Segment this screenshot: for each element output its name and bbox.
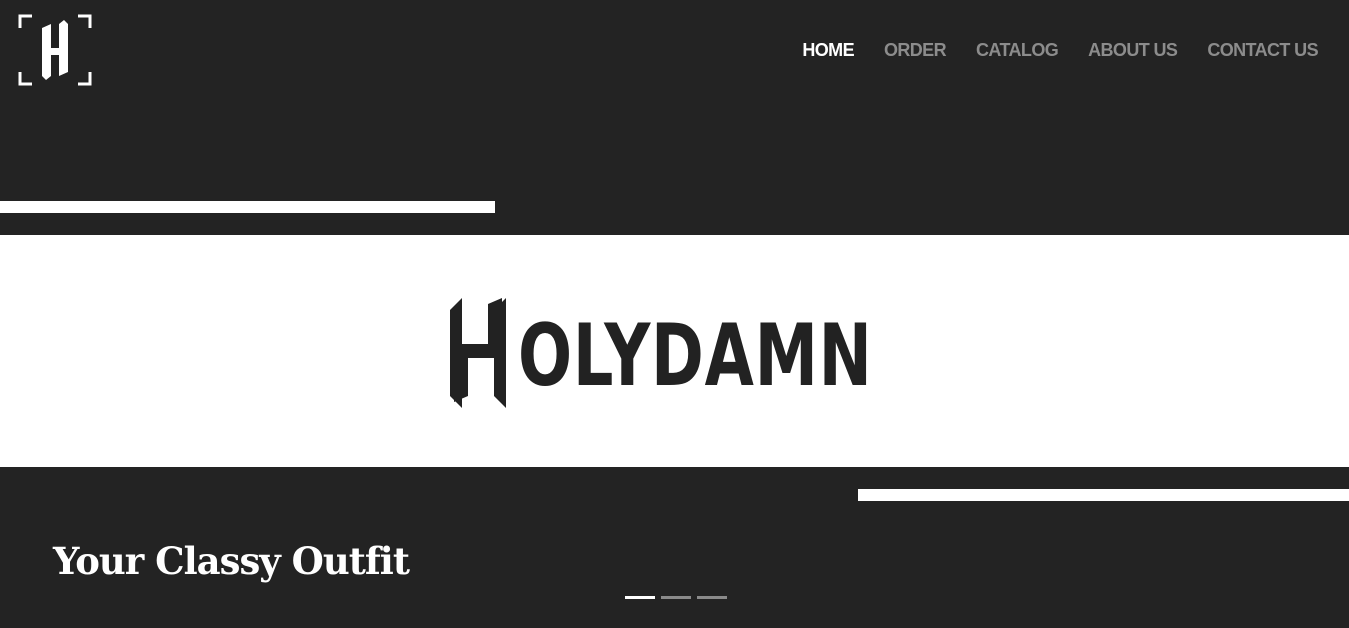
slider-dot[interactable] xyxy=(661,596,691,599)
nav-catalog[interactable]: CATALOG xyxy=(976,38,1059,62)
brand-wordmark: H OLYDAMN xyxy=(448,296,914,412)
wordmark-initial: H xyxy=(448,410,449,411)
nav-contact-us[interactable]: CONTACT US xyxy=(1207,38,1318,62)
decorative-bar-bottom xyxy=(858,489,1349,501)
slider-dot[interactable] xyxy=(625,596,655,599)
slider-pagination xyxy=(625,596,727,599)
hero-tagline: Your Classy Outfit xyxy=(53,539,410,583)
slider-dot[interactable] xyxy=(697,596,727,599)
page: HOME ORDER CATALOG ABOUT US CONTACT US O… xyxy=(0,0,1349,628)
nav-order[interactable]: ORDER xyxy=(884,38,947,62)
wordmark-h-glyph: H xyxy=(448,296,510,410)
main-nav: HOME ORDER CATALOG ABOUT US CONTACT US xyxy=(802,38,1318,62)
nav-about-us[interactable]: ABOUT US xyxy=(1088,38,1178,62)
holydamn-logo-icon xyxy=(18,14,92,86)
wordmark-text: OLYDAMN xyxy=(518,306,873,406)
site-logo[interactable] xyxy=(18,14,92,86)
nav-home[interactable]: HOME xyxy=(802,38,854,62)
decorative-bar-top xyxy=(0,201,495,213)
